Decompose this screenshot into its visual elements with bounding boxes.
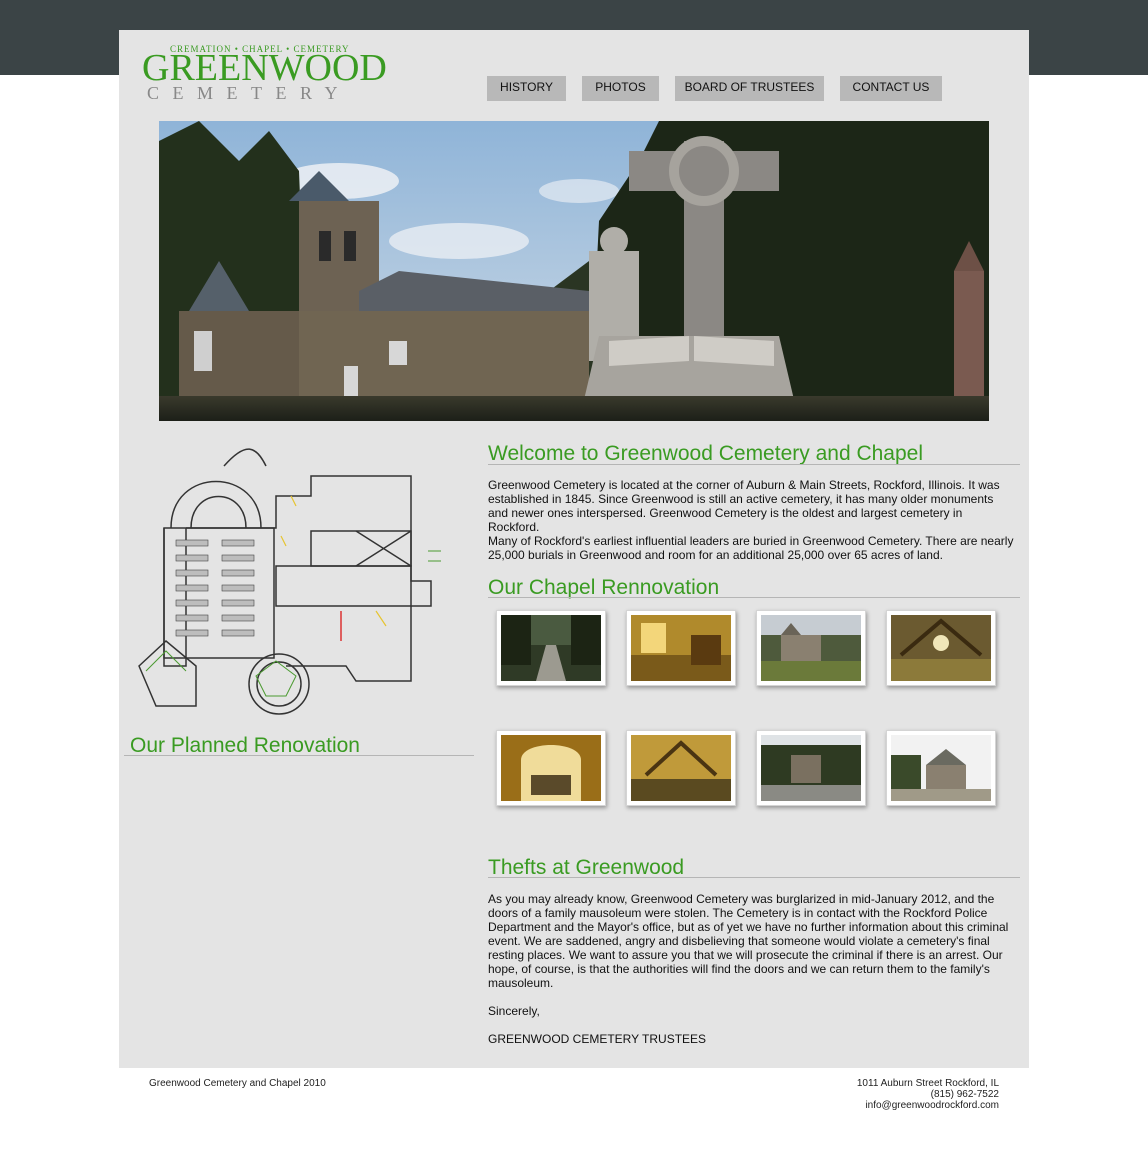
- chapel-photo-thumbnail[interactable]: [496, 610, 606, 686]
- floor-plan-image: [136, 436, 472, 718]
- footer-copyright: Greenwood Cemetery and Chapel 2010: [149, 1078, 326, 1089]
- welcome-text: Greenwood Cemetery is located at the cor…: [488, 478, 1016, 562]
- hero-image: [159, 121, 989, 421]
- thefts-divider: [488, 877, 1020, 878]
- thefts-signature: GREENWOOD CEMETERY TRUSTEES: [488, 1032, 707, 1046]
- footer-email[interactable]: info@greenwoodrockford.com: [857, 1100, 999, 1111]
- logo-name: GREENWOOD: [142, 47, 387, 89]
- logo-subname: CEMETERY: [147, 83, 352, 103]
- chapel-photo-thumbnail[interactable]: [886, 610, 996, 686]
- footer-phone: (815) 962-7522: [930, 1089, 999, 1100]
- chapel-photo-thumbnail[interactable]: [756, 610, 866, 686]
- welcome-paragraph-2: Many of Rockford's earliest influential …: [488, 534, 1014, 562]
- welcome-heading: Welcome to Greenwood Cemetery and Chapel: [488, 442, 924, 465]
- chapel-photo-thumbnail[interactable]: [756, 730, 866, 806]
- chapel-photo-thumbnail[interactable]: [626, 730, 736, 806]
- planned-divider: [124, 755, 474, 756]
- welcome-divider: [488, 464, 1020, 465]
- nav-history[interactable]: HISTORY: [487, 76, 566, 101]
- chapel-photo-thumbnail[interactable]: [886, 730, 996, 806]
- nav-board-of-trustees[interactable]: BOARD OF TRUSTEES: [675, 76, 824, 101]
- chapel-divider: [488, 597, 1020, 598]
- nav-photos[interactable]: PHOTOS: [582, 76, 659, 101]
- site-logo[interactable]: CREMATION • CHAPEL • CEMETERY GREENWOOD …: [142, 44, 387, 104]
- thefts-closing: Sincerely,: [488, 1004, 540, 1018]
- nav-contact-us[interactable]: CONTACT US: [840, 76, 942, 101]
- welcome-paragraph-1: Greenwood Cemetery is located at the cor…: [488, 478, 1000, 534]
- chapel-photo-thumbnail[interactable]: [496, 730, 606, 806]
- footer-contact: 1011 Auburn Street Rockford, IL (815) 96…: [857, 1078, 999, 1111]
- thefts-paragraph: As you may already know, Greenwood Cemet…: [488, 892, 1009, 990]
- footer-address: 1011 Auburn Street Rockford, IL: [856, 1078, 999, 1089]
- chapel-photo-thumbnail[interactable]: [626, 610, 736, 686]
